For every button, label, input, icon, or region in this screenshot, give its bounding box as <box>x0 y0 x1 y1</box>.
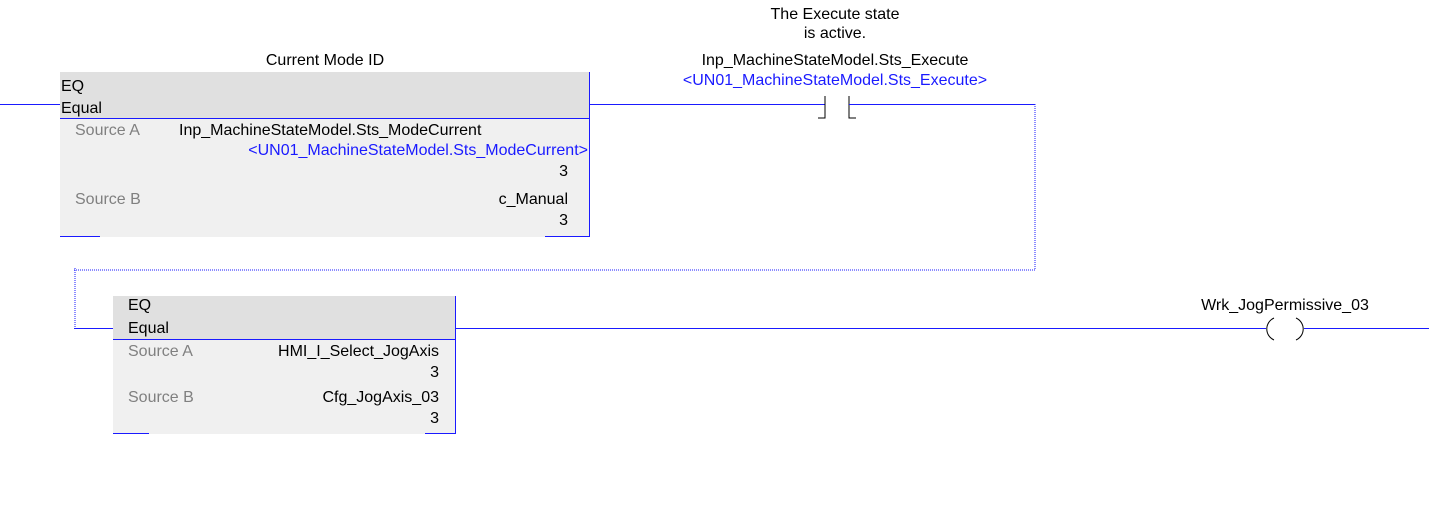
eq2-bottom-left-tick <box>113 433 149 434</box>
eq2-mnemonic: EQ <box>128 297 152 314</box>
rung1-wire-after-contact <box>849 104 1035 105</box>
contact-description-2: is active. <box>803 25 867 42</box>
eq2-name: Equal <box>128 320 169 337</box>
eq2-bottom-right-tick <box>425 433 455 434</box>
eq2-source-b-value: 3 <box>430 410 439 427</box>
contact-description-1: The Execute state <box>770 6 900 23</box>
eq1-block[interactable]: EQ Equal Source A Inp_MachineStateModel.… <box>60 72 590 237</box>
rung2-wrap-down <box>74 268 76 330</box>
eq1-source-b-value: 3 <box>559 212 568 229</box>
eq1-name: Equal <box>61 100 102 117</box>
eq2-header-divider <box>113 339 455 340</box>
rung2-wire-eq-to-coil <box>455 328 1266 329</box>
eq1-caption: Current Mode ID <box>265 52 385 69</box>
coil-tag: Wrk_JogPermissive_03 <box>1201 297 1369 314</box>
rung1-wrap-horizontal <box>74 269 1036 271</box>
eq1-source-a-alias: <UN01_MachineStateModel.Sts_ModeCurrent> <box>248 142 588 159</box>
contact-alias: <UN01_MachineStateModel.Sts_Execute> <box>682 72 988 89</box>
coil-symbol <box>1266 317 1304 341</box>
eq1-header-divider <box>60 118 589 119</box>
eq1-header <box>60 72 589 118</box>
eq1-source-a-tag[interactable]: Inp_MachineStateModel.Sts_ModeCurrent <box>179 122 481 140</box>
eq2-source-b-tag[interactable]: Cfg_JogAxis_03 <box>213 389 439 407</box>
eq1-source-a-label: Source A <box>75 122 140 139</box>
rung1-branch-down <box>1034 104 1036 270</box>
eq1-source-b-tag[interactable]: c_Manual <box>360 191 568 209</box>
rung1-input-wire <box>0 104 60 105</box>
eq1-bottom-right-tick <box>545 236 589 237</box>
rung1-wire-eq-to-contact <box>589 104 825 105</box>
eq1-mnemonic: EQ <box>61 78 85 95</box>
eq2-source-b-label: Source B <box>128 389 194 406</box>
eq1-source-b-label: Source B <box>75 191 141 208</box>
contact-symbol <box>818 96 856 119</box>
eq2-source-a-value: 3 <box>430 364 439 381</box>
eq2-source-a-tag[interactable]: HMI_I_Select_JogAxis <box>213 343 439 361</box>
contact-tag: Inp_MachineStateModel.Sts_Execute <box>701 52 969 69</box>
eq2-source-a-label: Source A <box>128 343 193 360</box>
eq1-source-a-value: 3 <box>559 163 568 180</box>
rung2-output-wire <box>1304 328 1429 329</box>
rung2-input-wire <box>74 328 114 329</box>
eq1-bottom-left-tick <box>60 236 100 237</box>
eq2-block[interactable]: EQ Equal Source A HMI_I_Select_JogAxis 3… <box>113 296 456 434</box>
